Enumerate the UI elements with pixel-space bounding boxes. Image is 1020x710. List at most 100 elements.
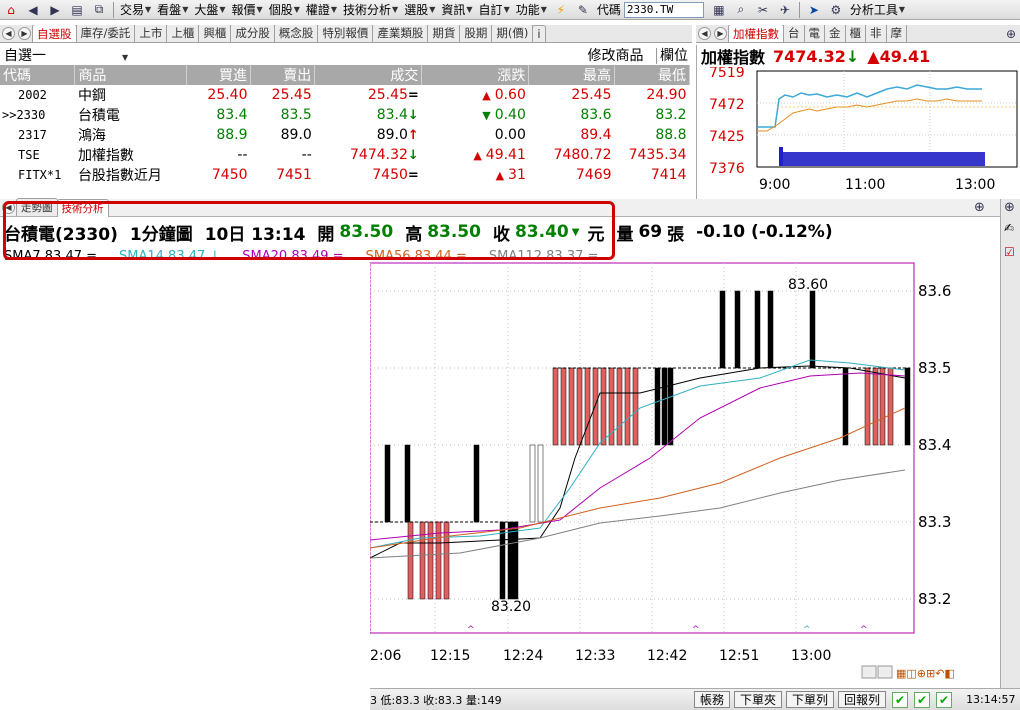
watchlist-table: 代碼 商品 買進 賣出 成交 漲跌 最高 最低 2002 中鋼 25.40 25.45 25.45= ▲…: [0, 65, 690, 185]
index-tab-1[interactable]: 台: [783, 25, 805, 42]
note-icon[interactable]: ✎: [574, 2, 592, 18]
price-bar: [872, 367, 879, 446]
analysis-icon[interactable]: ⚙: [827, 2, 845, 18]
index-tab-4[interactable]: 櫃: [844, 25, 866, 42]
zoom-icon[interactable]: ⊕: [1004, 200, 1015, 215]
columns-button[interactable]: 欄位: [656, 48, 688, 64]
scroll-controls[interactable]: ▦◫⊕⊞↶◧: [861, 665, 955, 680]
index-tab-0[interactable]: 加權指數: [728, 25, 784, 42]
table-row[interactable]: FITX*1 台股指數近月 7450 7451 7450= ▲ 31 7469 7414: [0, 165, 690, 185]
index-mini-chart[interactable]: 7519 7472 7425 7376 9:00 11:00 13:00: [697, 67, 1019, 213]
table-row[interactable]: >>2330 台積電 83.4 83.5 83.4↓ ▼ 0.40 83.6 83.2: [0, 105, 690, 125]
index-tabs: ◀ ▶ 加權指數台電金櫃非摩: [696, 25, 1020, 43]
menu-1[interactable]: 看盤 ▼: [154, 1, 191, 18]
menu-4[interactable]: 個股 ▼: [266, 1, 303, 18]
watch-tab-2[interactable]: 上市: [134, 25, 168, 42]
group-selector[interactable]: 自選一 ▼: [4, 45, 128, 65]
check-icon[interactable]: ✔: [892, 691, 909, 708]
order-list-button[interactable]: 下單列: [786, 691, 835, 708]
index-tab-6[interactable]: 摩: [885, 25, 907, 42]
code-input[interactable]: 2330.TW: [623, 1, 704, 18]
index-tab-2[interactable]: 電: [803, 25, 825, 42]
forward-icon[interactable]: ▶: [46, 2, 64, 18]
x-tick-label: 13:00: [791, 648, 831, 664]
check-icon[interactable]: ☑: [1004, 245, 1015, 259]
price-bar: [734, 290, 741, 369]
search-icon[interactable]: ⌕: [732, 2, 750, 18]
analysis-tools-menu[interactable]: 分析工具 ▼: [847, 1, 908, 18]
column-header[interactable]: 買進: [186, 65, 252, 85]
check-icon[interactable]: ✔: [914, 691, 931, 708]
menu-6[interactable]: 技術分析 ▼: [340, 1, 401, 18]
menu-7[interactable]: 選股 ▼: [401, 1, 438, 18]
watch-tab-1[interactable]: 庫存/委託: [75, 25, 136, 42]
tab-scroll-left-icon[interactable]: ◀: [2, 27, 15, 40]
index-y-tick: 7425: [709, 129, 745, 145]
report-button[interactable]: 回報列: [838, 691, 887, 708]
back-icon[interactable]: ◀: [24, 2, 42, 18]
index-tab-5[interactable]: 非: [865, 25, 887, 42]
lightning-icon[interactable]: ⚡: [552, 2, 570, 18]
watch-tab-3[interactable]: 上櫃: [166, 25, 200, 42]
watch-actions: 修改商品 欄位: [580, 45, 688, 65]
y-tick-label: 83.2: [918, 590, 951, 608]
edit-products-button[interactable]: 修改商品: [588, 48, 644, 64]
column-header[interactable]: 成交: [314, 65, 423, 85]
order-clip-button[interactable]: 下單夾: [734, 691, 783, 708]
home-icon[interactable]: ⌂: [2, 2, 20, 18]
column-header[interactable]: 商品: [74, 65, 187, 85]
zoom-in-icon[interactable]: ⊕: [974, 200, 985, 215]
menu-0[interactable]: 交易 ▼: [117, 1, 154, 18]
watch-tab-9[interactable]: 期貨: [427, 25, 461, 42]
menu-label: 功能: [515, 3, 540, 17]
column-header[interactable]: 最高: [528, 65, 616, 85]
menu-10[interactable]: 功能 ▼: [513, 1, 550, 18]
triangle-up-icon: ▲: [482, 89, 491, 102]
menu-3[interactable]: 報價 ▼: [229, 1, 266, 18]
cell-low: 83.2: [655, 107, 687, 123]
watch-tab-4[interactable]: 興櫃: [198, 25, 232, 42]
pointer-icon[interactable]: ➤: [805, 2, 823, 18]
watch-tab-11[interactable]: 期(價): [491, 25, 534, 42]
watch-tab-5[interactable]: 成分股: [230, 25, 275, 42]
check-icon[interactable]: ✔: [936, 691, 953, 708]
tab-scroll-right-icon[interactable]: ▶: [714, 27, 727, 40]
price-bar: [584, 367, 591, 446]
scroll-track[interactable]: [861, 665, 877, 679]
watch-tab-8[interactable]: 產業類股: [372, 25, 429, 42]
chart-tool-icons[interactable]: ▦◫⊕⊞↶◧: [896, 667, 955, 680]
popup-icon[interactable]: ⧉: [90, 2, 108, 18]
scroll-track[interactable]: [877, 665, 893, 679]
tab-scroll-right-icon[interactable]: ▶: [18, 27, 31, 40]
column-header[interactable]: 漲跌: [421, 65, 530, 85]
watch-tab-0[interactable]: 自選股: [32, 25, 77, 42]
watchlist-header: 自選一 ▼ 修改商品 欄位: [0, 45, 692, 65]
column-header[interactable]: 最低: [614, 65, 690, 85]
tag-icon[interactable]: ✈: [776, 2, 794, 18]
watch-tab-12[interactable]: i: [532, 25, 546, 42]
min-price-label: 83.20: [491, 599, 531, 615]
tools-icon[interactable]: ✂: [754, 2, 772, 18]
cell-high: 89.4: [580, 127, 612, 143]
table-row[interactable]: TSE 加權指數 -- -- 7474.32↓ ▲ 49.41 7480.72 7435.34: [0, 145, 690, 165]
menu-8[interactable]: 資訊 ▼: [438, 1, 475, 18]
tab-scroll-left-icon[interactable]: ◀: [698, 27, 711, 40]
column-header[interactable]: 賣出: [250, 65, 316, 85]
print-icon[interactable]: ▤: [68, 2, 86, 18]
quote-icon[interactable]: ▦: [710, 2, 728, 18]
add-icon[interactable]: ⊕: [1006, 27, 1016, 41]
table-row[interactable]: 2002 中鋼 25.40 25.45 25.45= ▲ 0.60 25.45 24.90: [0, 85, 690, 105]
cell-change: 0.00: [422, 125, 529, 145]
watch-tab-6[interactable]: 概念股: [273, 25, 319, 42]
index-tab-3[interactable]: 金: [824, 25, 846, 42]
price-bar: [864, 367, 871, 446]
note-icon[interactable]: ✍: [1004, 221, 1014, 235]
watch-tab-10[interactable]: 股期: [459, 25, 493, 42]
account-button[interactable]: 帳務: [694, 691, 731, 708]
menu-9[interactable]: 自訂 ▼: [476, 1, 513, 18]
watch-tab-7[interactable]: 特別報價: [317, 25, 374, 42]
menu-2[interactable]: 大盤 ▼: [191, 1, 228, 18]
menu-5[interactable]: 權證 ▼: [303, 1, 340, 18]
column-header[interactable]: 代碼: [0, 65, 76, 85]
table-row[interactable]: 2317 鴻海 88.9 89.0 89.0↑ 0.00 89.4 88.8: [0, 125, 690, 145]
